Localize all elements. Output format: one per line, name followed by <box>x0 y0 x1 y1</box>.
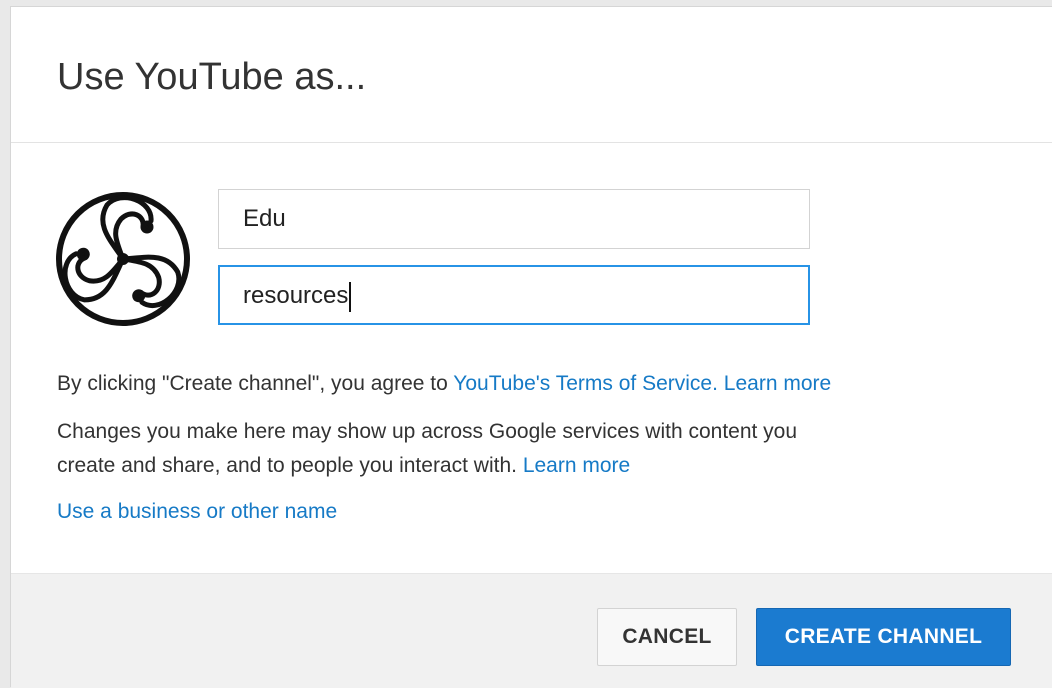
cancel-button[interactable]: CANCEL <box>597 608 737 666</box>
avatar <box>55 191 191 327</box>
changes-notice-line1: Changes you make here may show up across… <box>57 417 797 447</box>
changes-text-line2: create and share, and to people you inte… <box>57 454 517 477</box>
dialog-footer: CANCEL CREATE CHANNEL <box>11 573 1052 688</box>
dialog-title: Use YouTube as... <box>57 56 367 98</box>
changes-notice-line2: create and share, and to people you inte… <box>57 451 630 481</box>
terms-notice: By clicking "Create channel", you agree … <box>57 369 831 399</box>
dialog-header: Use YouTube as... <box>11 7 1052 143</box>
last-name-value: resources <box>243 282 349 309</box>
create-channel-button[interactable]: CREATE CHANNEL <box>756 608 1011 666</box>
use-business-name-link[interactable]: Use a business or other name <box>57 500 337 523</box>
first-name-value: Edu <box>243 205 286 232</box>
changes-text-line1: Changes you make here may show up across… <box>57 420 798 443</box>
terms-prefix: By clicking "Create channel", you agree … <box>57 372 454 395</box>
first-name-field[interactable]: Edu <box>218 189 810 249</box>
alt-name-container: Use a business or other name <box>57 497 337 527</box>
terms-learn-more-link[interactable]: Learn more <box>724 372 831 395</box>
terms-of-service-link[interactable]: YouTube's Terms of Service. <box>453 372 718 395</box>
create-channel-dialog: Use YouTube as... Edu resources By click… <box>10 6 1052 688</box>
text-cursor <box>349 281 352 312</box>
last-name-field[interactable]: resources <box>218 265 810 325</box>
changes-learn-more-link[interactable]: Learn more <box>523 454 630 477</box>
triskelion-logo-icon <box>56 192 190 326</box>
